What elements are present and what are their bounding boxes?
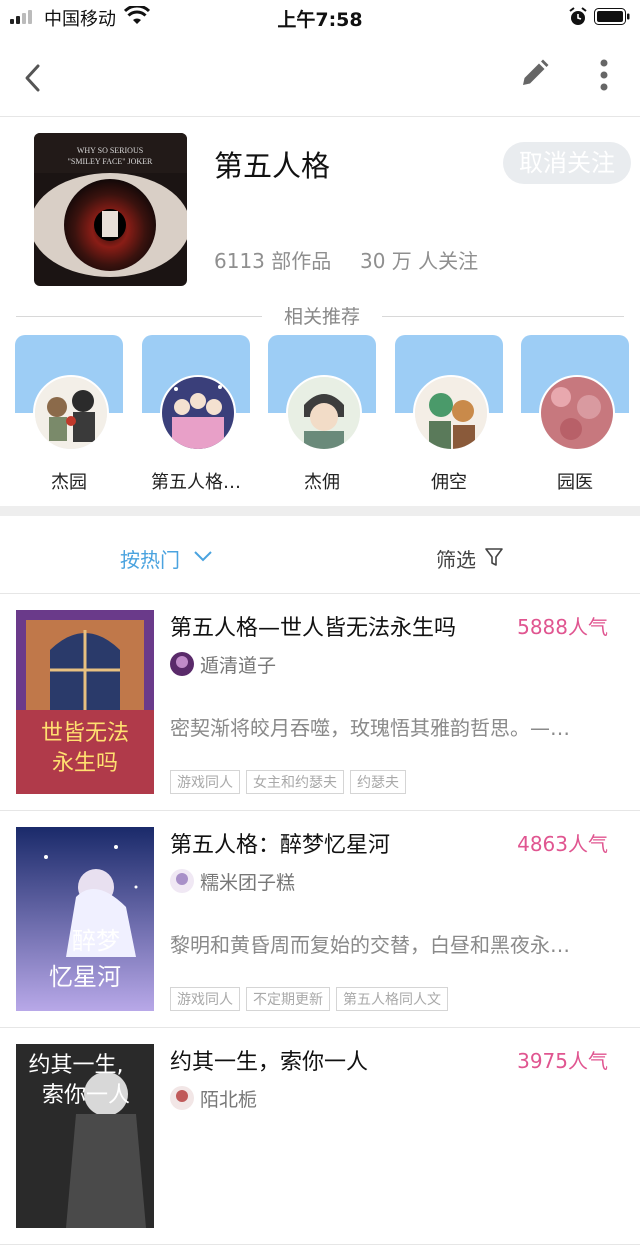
author-name[interactable]: 遁清道子: [200, 651, 276, 678]
nav-bar: [0, 34, 640, 117]
filter-icon[interactable]: [484, 546, 504, 568]
battery-icon: [594, 8, 630, 25]
divider-line: [16, 316, 262, 317]
author-avatar: [170, 1086, 194, 1110]
tag-list: 游戏同人 不定期更新 第五人格同人文: [170, 987, 454, 1011]
back-icon[interactable]: [18, 60, 48, 96]
edit-icon[interactable]: [518, 58, 550, 90]
svg-text:永生吗: 永生吗: [52, 751, 118, 776]
related-avatar: [539, 375, 615, 451]
related-avatar: [286, 375, 362, 451]
popularity-count: 4863人气: [517, 832, 608, 856]
tag[interactable]: 女主和约瑟夫: [246, 770, 344, 794]
related-label: 第五人格…: [151, 472, 241, 493]
tag[interactable]: 约瑟夫: [350, 770, 406, 794]
book-list-item[interactable]: 约其一生, 索你一人 约其一生，索你一人 3975人气 陌北栀: [0, 1028, 640, 1245]
svg-text:WHY SO SERIOUS: WHY SO SERIOUS: [77, 146, 143, 155]
svg-text:约其一生,: 约其一生,: [29, 1053, 124, 1078]
author-name[interactable]: 糯米团子糕: [200, 868, 295, 895]
book-cover: 醉梦 忆星河: [16, 827, 154, 1011]
book-cover: 世皆无法 永生吗: [16, 610, 154, 794]
related-item[interactable]: 园医: [521, 335, 629, 495]
book-title[interactable]: 约其一生，索你一人: [170, 1044, 368, 1076]
tag-list: 游戏同人 女主和约瑟夫 约瑟夫: [170, 770, 412, 794]
tag[interactable]: 第五人格同人文: [336, 987, 448, 1011]
related-avatar: [33, 375, 109, 451]
topic-cover-image: WHY SO SERIOUS "SMILEY FACE" JOKER: [34, 133, 187, 286]
book-description: 黎明和黄昏周而复始的交替，白昼和黑夜永…: [170, 933, 570, 957]
chevron-down-icon[interactable]: [192, 548, 214, 564]
unfollow-button[interactable]: 取消关注: [503, 142, 631, 184]
svg-text:"SMILEY FACE" JOKER: "SMILEY FACE" JOKER: [68, 157, 153, 166]
svg-text:索你一人: 索你一人: [42, 1083, 130, 1108]
popularity-count: 3975人气: [517, 1049, 608, 1073]
author-name[interactable]: 陌北栀: [200, 1085, 257, 1112]
svg-text:忆星河: 忆星河: [49, 963, 121, 991]
related-avatar: [160, 375, 236, 451]
more-icon[interactable]: [594, 56, 614, 96]
clock: 上午7:58: [277, 9, 363, 31]
related-label: 杰园: [51, 472, 87, 493]
section-divider: [0, 506, 640, 516]
works-count: 6113 部作品: [214, 249, 332, 273]
book-cover: 约其一生, 索你一人: [16, 1044, 154, 1228]
related-label: 杰佣: [304, 472, 340, 493]
author-avatar: [170, 652, 194, 676]
tag[interactable]: 游戏同人: [170, 770, 240, 794]
related-item[interactable]: 杰园: [15, 335, 123, 495]
author-avatar: [170, 869, 194, 893]
book-description: 密契渐将皎月吞噬，玫瑰悟其雅韵哲思。—…: [170, 716, 570, 740]
related-item[interactable]: 杰佣: [268, 335, 376, 495]
status-bar: 中国移动 上午7:58: [0, 0, 640, 34]
topic-title: 第五人格: [214, 149, 331, 183]
related-item[interactable]: 佣空: [395, 335, 503, 495]
divider-line: [382, 316, 624, 317]
filter-button[interactable]: 筛选: [436, 544, 476, 573]
popularity-count: 5888人气: [517, 615, 608, 639]
related-item[interactable]: 第五人格…: [142, 335, 250, 495]
book-list-item[interactable]: 世皆无法 永生吗 第五人格—世人皆无法永生吗 5888人气 遁清道子 密契渐将皎…: [0, 594, 640, 811]
sort-hot-button[interactable]: 按热门: [120, 544, 180, 573]
followers-count: 30 万 人关注: [360, 249, 479, 273]
alarm-icon: [569, 7, 587, 25]
svg-text:醉梦: 醉梦: [72, 927, 120, 955]
tag[interactable]: 游戏同人: [170, 987, 240, 1011]
book-list-item[interactable]: 醉梦 忆星河 第五人格：醉梦忆星河 4863人气 糯米团子糕 黎明和黄昏周而复始…: [0, 811, 640, 1028]
book-title[interactable]: 第五人格—世人皆无法永生吗: [170, 610, 456, 642]
related-label: 佣空: [431, 472, 467, 493]
svg-text:世皆无法: 世皆无法: [41, 721, 129, 746]
related-label: 园医: [557, 472, 593, 493]
tag[interactable]: 不定期更新: [246, 987, 330, 1011]
related-title: 相关推荐: [283, 306, 360, 328]
related-avatar: [413, 375, 489, 451]
book-title[interactable]: 第五人格：醉梦忆星河: [170, 827, 390, 859]
